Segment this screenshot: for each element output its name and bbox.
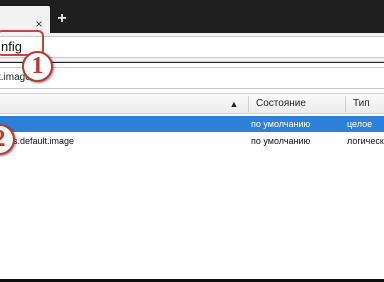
about-config-page: t.image ▲ Состояние Тип по умолчанию цел… bbox=[0, 63, 384, 282]
tab-strip: × + bbox=[0, 0, 384, 33]
browser-window: × + nfig t.image ▲ Состояние Тип по умол… bbox=[0, 0, 384, 282]
address-bar[interactable]: nfig bbox=[0, 36, 384, 58]
table-row[interactable]: по умолчанию целое bbox=[0, 116, 384, 132]
column-separator[interactable] bbox=[345, 96, 346, 112]
preference-search-input[interactable]: t.image bbox=[0, 67, 384, 89]
preference-status: по умолчанию bbox=[251, 136, 311, 146]
preference-type: логическ bbox=[347, 136, 384, 146]
column-header-type[interactable]: Тип bbox=[353, 98, 370, 110]
table-row[interactable]: ns.default.image по умолчанию логическ bbox=[0, 133, 384, 149]
sort-ascending-icon[interactable]: ▲ bbox=[229, 99, 239, 109]
preference-status: по умолчанию bbox=[251, 119, 311, 129]
new-tab-plus-icon[interactable]: + bbox=[55, 11, 69, 27]
table-header: ▲ Состояние Тип bbox=[0, 93, 384, 114]
navigation-bar: nfig bbox=[0, 33, 384, 62]
preferences-table: ▲ Состояние Тип по умолчанию целое ns.de… bbox=[0, 93, 384, 282]
preference-name: ns.default.image bbox=[8, 136, 75, 146]
close-icon[interactable]: × bbox=[33, 18, 45, 30]
preference-type: целое bbox=[347, 119, 373, 129]
column-header-status[interactable]: Состояние bbox=[256, 98, 306, 110]
column-separator[interactable] bbox=[248, 96, 249, 112]
step-1-badge: 1 bbox=[22, 51, 53, 82]
active-tab[interactable]: × bbox=[0, 6, 50, 33]
